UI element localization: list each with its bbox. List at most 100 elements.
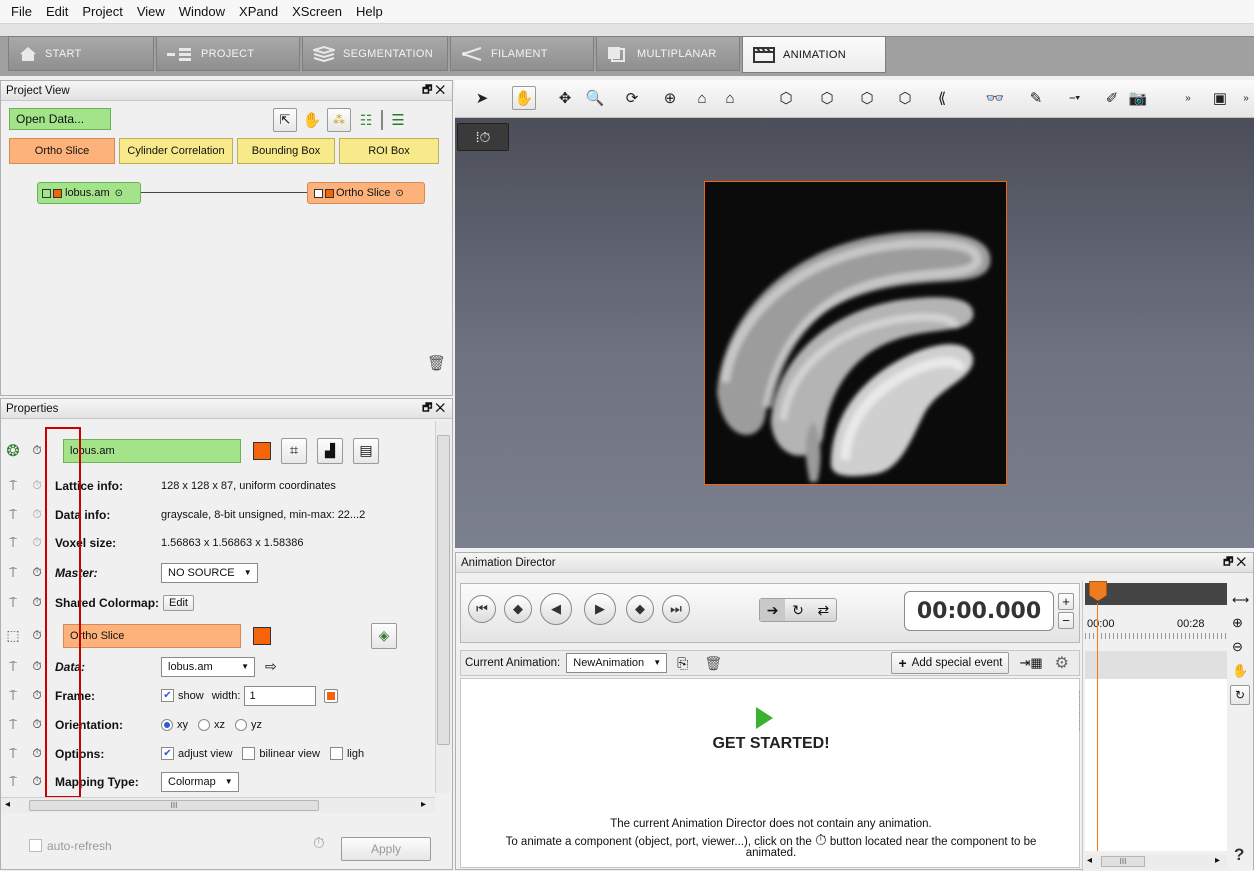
pin-icon[interactable]: ⍑ <box>1 535 25 551</box>
menu-help[interactable]: Help <box>349 4 390 19</box>
tab-start[interactable]: START <box>8 36 154 71</box>
pin-icon[interactable]: ⍑ <box>1 774 25 790</box>
menu-project[interactable]: Project <box>75 4 129 19</box>
new-animation-icon[interactable]: ⎘ <box>677 655 688 672</box>
rotate-camera-icon[interactable]: ⟪ <box>930 86 954 110</box>
time-increment-button[interactable]: + <box>1058 593 1074 610</box>
panel-splitter[interactable] <box>1079 691 1082 731</box>
crop-icon[interactable]: ⌗ <box>281 437 307 464</box>
scroll-right-icon[interactable]: ▸ <box>1215 855 1220 866</box>
fit-range-icon[interactable]: ⟷ <box>1232 593 1249 607</box>
node-expand-icon[interactable]: ⊙ <box>115 188 123 199</box>
tab-filament[interactable]: FILAMENT <box>450 36 594 71</box>
pin-icon[interactable]: ⍑ <box>1 688 25 704</box>
details-icon[interactable]: ☰ <box>386 108 410 132</box>
next-event-icon[interactable]: ◆ <box>626 595 654 623</box>
panel-controls[interactable]: 🗗 ✕ <box>1223 553 1253 572</box>
table-icon[interactable]: ▤ <box>353 437 379 464</box>
shared-colormap-edit-button[interactable]: Edit <box>163 594 194 611</box>
panel-controls[interactable]: 🗗 ✕ <box>422 399 452 418</box>
data-select[interactable]: lobus.am <box>161 656 255 677</box>
hscroll-thumb[interactable]: III <box>29 800 319 811</box>
master-select[interactable]: NO SOURCE <box>161 562 258 583</box>
pin-icon[interactable]: ⍑ <box>1 659 25 675</box>
view-3d-icon[interactable]: ⬡ <box>774 86 798 110</box>
go-to-start-icon[interactable]: ⏮ <box>468 595 496 623</box>
node-ortho-slice[interactable]: Ortho Slice ⊙ <box>307 182 425 204</box>
module-options-icon[interactable]: ◈ <box>371 622 397 649</box>
snap-icon[interactable]: ↻ <box>1230 685 1250 705</box>
layout-icon[interactable]: ▣ <box>1208 86 1232 110</box>
tree-view-icon[interactable]: ☷ <box>354 108 378 132</box>
adjust-view-checkbox[interactable]: ✔ <box>161 747 174 760</box>
translate-icon[interactable]: ✥ <box>553 86 577 110</box>
node-visibility-icon[interactable] <box>42 188 51 198</box>
histogram-icon[interactable]: ▟ <box>317 437 343 464</box>
vscroll-thumb[interactable] <box>437 435 450 745</box>
menu-xscreen[interactable]: XScreen <box>285 4 349 19</box>
timeline-hscrollbar[interactable]: ◂ III ▸ <box>1085 855 1227 869</box>
play-forward-icon[interactable]: ▶ <box>584 593 616 625</box>
node-lobus-am[interactable]: lobus.am ⊙ <box>37 182 141 204</box>
seek-icon[interactable]: ⊕ <box>658 86 682 110</box>
timeline-scroll-thumb[interactable]: III <box>1101 856 1145 867</box>
rotate-icon[interactable]: ⟳ <box>620 86 644 110</box>
color-swatch[interactable] <box>253 626 271 645</box>
tab-multiplanar[interactable]: MULTIPLANAR <box>596 36 740 71</box>
frame-width-input[interactable]: 1 <box>244 685 317 706</box>
zoom-in-icon[interactable]: ⊕ <box>1232 615 1243 631</box>
quick-bounding-box-button[interactable]: Bounding Box <box>237 138 335 164</box>
view-xz-icon[interactable]: ⬡ <box>855 86 879 110</box>
properties-hscrollbar[interactable]: ◂ III ▸ <box>1 797 435 813</box>
time-decrement-button[interactable]: − <box>1058 612 1074 629</box>
select-mode-icon[interactable]: ⇱ <box>273 108 297 132</box>
add-special-event-button[interactable]: + Add special event <box>891 652 1010 674</box>
lighting-checkbox[interactable] <box>329 747 343 760</box>
current-time-display[interactable]: 00:00.000 <box>904 591 1054 631</box>
scroll-right-icon[interactable]: ▸ <box>421 799 426 810</box>
viewer-animate-icon[interactable]: ⁞⏱ <box>457 123 509 151</box>
module-name-ortho-slice[interactable]: Ortho Slice <box>63 623 241 648</box>
apply-button[interactable]: Apply <box>341 837 431 861</box>
home-view-icon[interactable]: ⌂ <box>690 86 714 110</box>
color-swatch[interactable] <box>253 441 271 460</box>
measure-2d-icon[interactable]: ⎯▾ <box>1063 86 1087 110</box>
tab-animation[interactable]: ANIMATION <box>742 36 886 73</box>
trash-icon[interactable]: 🗑 <box>427 354 446 372</box>
stereo-icon[interactable]: 👓 <box>983 86 1007 110</box>
node-expand-icon[interactable]: ⊙ <box>395 188 403 199</box>
previous-event-icon[interactable]: ◆ <box>504 595 532 623</box>
set-home-icon[interactable]: ⌂ <box>718 86 742 110</box>
scroll-left-icon[interactable]: ◂ <box>1087 855 1092 866</box>
view-yz-icon[interactable]: ⬡ <box>893 86 917 110</box>
toolbar-overflow-icon-2[interactable]: » <box>1234 86 1254 110</box>
orient-xz-radio[interactable] <box>198 718 210 731</box>
open-data-button[interactable]: Open Data... <box>9 108 111 130</box>
panel-controls[interactable]: 🗗 ✕ <box>422 81 452 100</box>
delete-animation-icon[interactable]: 🗑 <box>704 655 722 672</box>
pan-icon[interactable]: ✋ <box>1232 663 1248 679</box>
settings-gear-icon[interactable]: ⚙ <box>1055 653 1069 673</box>
go-to-end-icon[interactable]: ⏭ <box>662 595 690 623</box>
pin-icon[interactable]: ⍑ <box>1 595 25 611</box>
loop-icon[interactable]: ↻ <box>785 599 810 621</box>
timeline-track-area[interactable] <box>1085 679 1227 851</box>
tab-segmentation[interactable]: SEGMENTATION <box>302 36 448 71</box>
play-once-icon[interactable]: ➔ <box>760 599 786 621</box>
help-icon[interactable]: ? <box>1234 845 1244 865</box>
zoom-out-icon[interactable]: ⊖ <box>1232 639 1243 655</box>
tab-project[interactable]: PROJECT <box>156 36 300 71</box>
module-name-lobus[interactable]: lobus.am <box>63 438 241 463</box>
play-backward-icon[interactable]: ◀ <box>540 593 572 625</box>
frame-show-checkbox[interactable]: ✔ <box>161 689 174 702</box>
3d-viewer[interactable]: ⁞⏱ <box>455 118 1254 548</box>
measure-icon[interactable]: ✎ <box>1024 86 1048 110</box>
quick-cylinder-correlation-button[interactable]: Cylinder Correlation <box>119 138 233 164</box>
scroll-left-icon[interactable]: ◂ <box>5 799 10 810</box>
pointer-icon[interactable]: ➤ <box>470 86 494 110</box>
quick-roi-box-button[interactable]: ROI Box <box>339 138 439 164</box>
current-animation-select[interactable]: NewAnimation <box>566 653 668 673</box>
menu-file[interactable]: File <box>4 4 39 19</box>
pin-icon[interactable]: ⍑ <box>1 717 25 733</box>
mapping-type-select[interactable]: Colormap <box>161 771 239 792</box>
